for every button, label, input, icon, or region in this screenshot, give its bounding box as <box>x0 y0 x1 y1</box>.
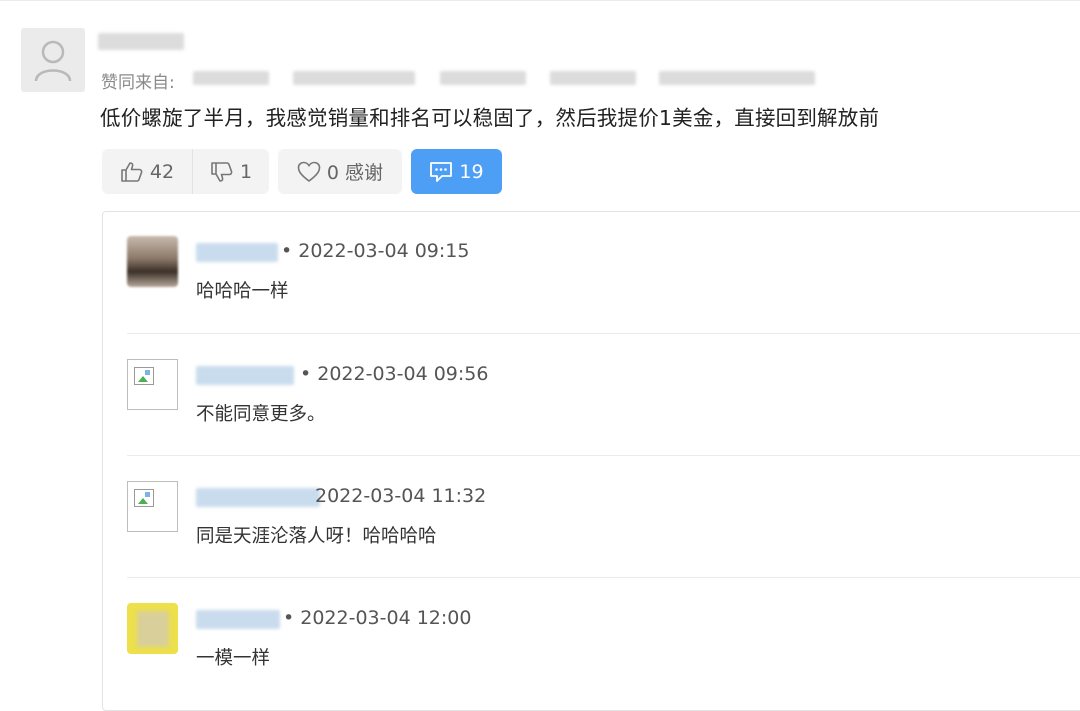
comment-timestamp: • 2022-03-04 12:00 <box>283 607 472 629</box>
comment-divider <box>127 577 1080 578</box>
downvote-button[interactable]: 1 <box>193 149 269 194</box>
user-avatar[interactable] <box>21 28 85 92</box>
commenter-name-redacted[interactable] <box>196 488 320 507</box>
commenter-avatar[interactable] <box>127 603 178 654</box>
comment-icon <box>430 161 453 182</box>
zan-from-label: 赞同来自: <box>101 73 175 93</box>
heart-icon <box>297 161 321 182</box>
comment-divider <box>127 333 1080 334</box>
top-divider <box>0 0 1080 1</box>
comment-text: 哈哈哈一样 <box>196 281 289 302</box>
thanks-label: 0 感谢 <box>326 162 384 184</box>
commenter-avatar[interactable] <box>127 236 178 287</box>
comment-divider <box>127 455 1080 456</box>
commenter-name-redacted[interactable] <box>196 610 280 629</box>
comment-text: 不能同意更多。 <box>196 404 326 425</box>
comment-timestamp: • 2022-03-04 09:15 <box>281 240 470 262</box>
broken-image-icon <box>134 367 154 385</box>
vote-group: 42 1 <box>102 149 269 194</box>
comment-timestamp: 2022-03-04 11:32 <box>315 485 487 507</box>
comment-timestamp: • 2022-03-04 09:56 <box>300 363 489 385</box>
upvote-button[interactable]: 42 <box>102 149 193 194</box>
commenter-avatar[interactable] <box>127 359 178 410</box>
comments-count: 19 <box>459 160 484 183</box>
commenter-avatar[interactable] <box>127 481 178 532</box>
commenter-name-redacted[interactable] <box>196 366 294 385</box>
answer-content: 低价螺旋了半月，我感觉销量和排名可以稳固了，然后我提价1美金，直接回到解放前 <box>100 106 880 130</box>
downvote-count: 1 <box>239 160 253 183</box>
comment-text: 同是天涯沦落人呀！哈哈哈哈 <box>196 526 437 547</box>
author-name-redacted[interactable] <box>98 33 184 50</box>
thanks-button[interactable]: 0 感谢 <box>278 149 402 194</box>
commenter-name-redacted[interactable] <box>196 243 278 262</box>
user-placeholder-icon <box>34 40 72 82</box>
thumbs-down-icon <box>211 161 233 182</box>
comment-text: 一模一样 <box>196 648 271 669</box>
thumbs-up-icon <box>121 161 143 182</box>
comments-button[interactable]: 19 <box>411 149 502 194</box>
upvote-count: 42 <box>149 160 175 183</box>
answer-actions: 42 1 0 感谢 19 <box>102 149 502 194</box>
broken-image-icon <box>134 489 154 507</box>
